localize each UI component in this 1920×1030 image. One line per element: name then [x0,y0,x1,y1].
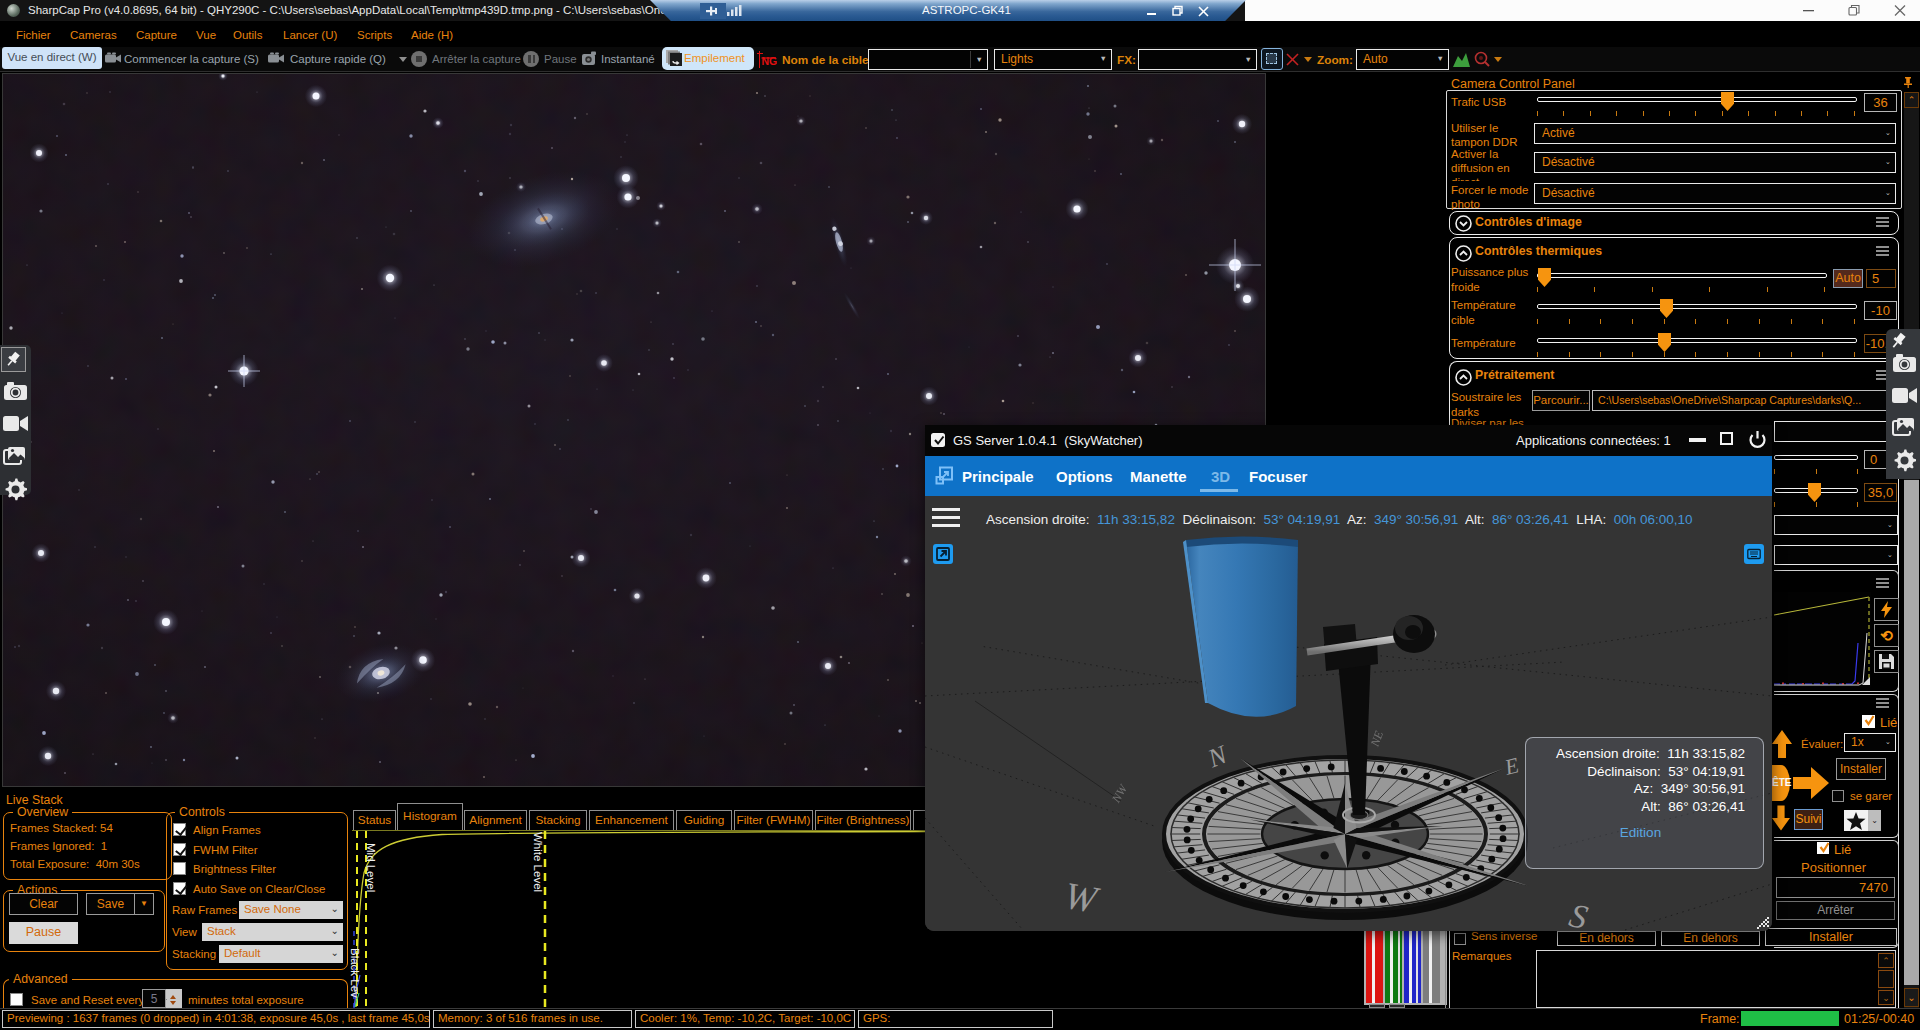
svg-text:NG: NG [762,55,778,67]
